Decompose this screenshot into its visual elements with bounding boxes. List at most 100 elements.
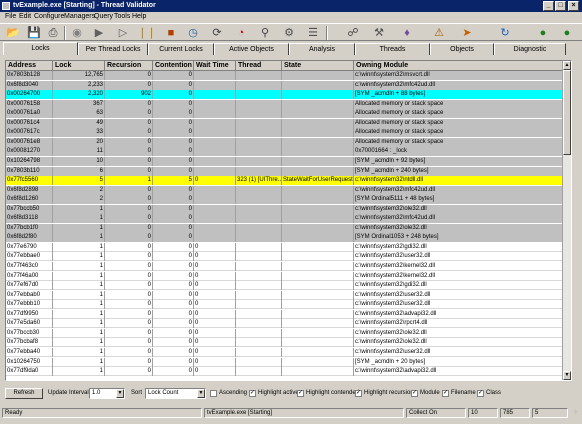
- filename-checkbox[interactable]: ✓: [442, 390, 449, 397]
- fix-icon[interactable]: ⚒: [372, 26, 386, 40]
- vertical-scrollbar[interactable]: ▲ ▼: [562, 61, 571, 380]
- record-icon[interactable]: ◉: [70, 26, 84, 40]
- table-row[interactable]: 0x6f8d3040 2,233 0 0 c:\winnt\system32\mfc42…: [6, 80, 564, 90]
- table-row[interactable]: 0x000761e8 20 0 0 Allocated memory or stack …: [6, 137, 564, 147]
- warning-icon[interactable]: ⚠: [432, 26, 446, 40]
- stop-icon[interactable]: ■: [164, 26, 178, 40]
- column-header-thread[interactable]: Thread: [236, 61, 282, 71]
- table-row[interactable]: 0x000761c4 49 0 0 Allocated memory or stack …: [6, 118, 564, 128]
- table-row[interactable]: 0x00076158 367 0 0 Allocated memory or stack…: [6, 99, 564, 109]
- menu-tools[interactable]: Tools: [114, 13, 130, 20]
- table-row[interactable]: 0x77fc5560 5 1 5 0 323 (1) [UIThre... StateWai…: [6, 176, 564, 186]
- table-row[interactable]: 0x6f8d2898 2 0 0 c:\winnt\system32\mfc42ud.d…: [6, 185, 564, 195]
- table-row[interactable]: 0x77ebbb10 1 0 0 0 c:\winnt\system32\user32.d…: [6, 300, 564, 310]
- menu-edit[interactable]: Edit: [19, 13, 31, 20]
- table-row[interactable]: 0x00081270 11 0 0 0x70001664 : _lock: [6, 147, 564, 157]
- timer-icon[interactable]: ◷: [186, 26, 200, 40]
- scroll-thumb[interactable]: [563, 70, 571, 155]
- ascending-checkbox[interactable]: [210, 390, 217, 397]
- table-row[interactable]: 0x77ef67d0 1 0 0 0 c:\winnt\system32\gdi32.dl…: [6, 281, 564, 291]
- update-interval-select[interactable]: 1.0 ▼: [89, 388, 125, 399]
- table-row[interactable]: 0x77ebbab0 1 0 0 0 c:\winnt\system32\user32.d…: [6, 290, 564, 300]
- chevron-down-icon[interactable]: ▼: [116, 389, 124, 398]
- table-row[interactable]: 0x7803b110 6 0 0 [SYM _acmdln + 240 bytes]: [6, 166, 564, 176]
- help-icon[interactable]: ♦: [400, 26, 414, 40]
- refresh-icon[interactable]: ↻: [498, 26, 512, 40]
- tab-objects[interactable]: Objects: [430, 43, 494, 55]
- tab-diagnostic[interactable]: Diagnostic: [494, 43, 566, 55]
- resize-grip-icon[interactable]: ⁘: [573, 409, 581, 417]
- scroll-up-icon[interactable]: ▲: [563, 61, 571, 70]
- table-row[interactable]: 0x7803b128 12,765 0 0 c:\winnt\system32\msvc…: [6, 71, 564, 80]
- column-header-contention[interactable]: Contention: [153, 61, 194, 71]
- table-row[interactable]: 0x77e5da60 1 0 0 0 c:\winnt\system32\rpcrt4.d…: [6, 319, 564, 329]
- search-icon[interactable]: ⚲: [258, 26, 272, 40]
- waiting-icon[interactable]: ◔: [234, 26, 248, 40]
- column-header-owning-module[interactable]: Owning Module: [354, 61, 564, 71]
- print-icon[interactable]: ⎙: [46, 26, 60, 40]
- table-row[interactable]: 0x77ebba40 1 0 0 0 c:\winnt\system32\user32.d…: [6, 347, 564, 357]
- open-icon[interactable]: 📂: [6, 26, 20, 40]
- table-row[interactable]: 0x77ebbae0 1 0 0 0 c:\winnt\system32\user32.d…: [6, 252, 564, 262]
- column-header-state[interactable]: State: [282, 61, 354, 71]
- start-icon[interactable]: ●: [536, 26, 550, 40]
- table-row[interactable]: 0x000761a0 63 0 0 Allocated memory or stack …: [6, 109, 564, 119]
- menu-help[interactable]: Help: [132, 13, 146, 20]
- table-row[interactable]: 0x77df9da0 1 0 0 0 c:\winnt\system32\advapi32…: [6, 367, 564, 377]
- module-checkbox[interactable]: ✓: [411, 390, 418, 397]
- app-icon[interactable]: [2, 2, 10, 10]
- table-row[interactable]: 0x6f8d1260 2 0 0 [SYM Ordinal5111 + 48 bytes…: [6, 195, 564, 205]
- highlight-contended-checkbox[interactable]: ✓: [297, 390, 304, 397]
- table-row[interactable]: 0x10264750 1 0 0 0 [SYM _acmdln + 20 bytes]: [6, 357, 564, 367]
- highlight-recursion-checkbox[interactable]: ✓: [355, 390, 362, 397]
- chevron-down-icon[interactable]: ▼: [197, 389, 205, 398]
- locks-grid[interactable]: Address Lock Recursion Contention Wait T…: [5, 60, 572, 381]
- find-icon[interactable]: ⚙: [282, 26, 296, 40]
- table-row[interactable]: 0x77bccb30 1 0 0 0 c:\winnt\system32\ole32.dl…: [6, 328, 564, 338]
- sort-select[interactable]: Lock Count ▼: [145, 388, 206, 399]
- column-header-wait-time[interactable]: Wait Time: [194, 61, 236, 71]
- menu-configure[interactable]: Configure: [34, 13, 64, 20]
- table-row[interactable]: 0x77bcb1f0 1 0 0 c:\winnt\system32\ole32.dll: [6, 223, 564, 233]
- close-button[interactable]: ×: [568, 1, 579, 11]
- refresh-button[interactable]: Refresh: [5, 388, 43, 399]
- menu-file[interactable]: File: [5, 13, 16, 20]
- save-icon[interactable]: 💾: [27, 26, 41, 40]
- go-icon[interactable]: ➤: [460, 26, 474, 40]
- minimize-button[interactable]: _: [543, 1, 554, 11]
- table-row[interactable]: 0x6f8d3118 1 0 0 c:\winnt\system32\mfc42ud.d…: [6, 214, 564, 224]
- table-row[interactable]: 0x10264798 10 0 0 [SYM _acmdln + 92 bytes]: [6, 156, 564, 166]
- table-row[interactable]: 0x77bccb50 1 0 0 c:\winnt\system32\ole32.dll: [6, 204, 564, 214]
- table-row[interactable]: 0x77f463c0 1 0 0 0 c:\winnt\system32\kernel32…: [6, 262, 564, 271]
- run-icon[interactable]: ▶: [92, 26, 106, 40]
- table-row[interactable]: 0x77df9950 1 0 0 0 c:\winnt\system32\advapi32…: [6, 309, 564, 319]
- menu-query[interactable]: Query: [94, 13, 113, 20]
- table-row[interactable]: 0x0007617c 33 0 0 Allocated memory or stack …: [6, 128, 564, 138]
- tab-current-locks[interactable]: Current Locks: [148, 43, 214, 55]
- table-row[interactable]: 0x77f46a00 1 0 0 0 c:\winnt\system32\kernel32…: [6, 271, 564, 281]
- column-header-lock[interactable]: Lock: [53, 61, 105, 71]
- column-header-recursion[interactable]: Recursion: [105, 61, 153, 71]
- tab-locks[interactable]: Locks: [3, 42, 78, 55]
- menu-managers[interactable]: Managers: [64, 13, 95, 20]
- tab-active-objects[interactable]: Active Objects: [214, 43, 289, 55]
- highlight-active-checkbox[interactable]: ✓: [249, 390, 256, 397]
- table-row[interactable]: 0x00264700 2,320 902 0 [SYM _acmdln + 88 byt…: [6, 90, 564, 100]
- end-icon[interactable]: ●: [560, 26, 574, 40]
- table-row[interactable]: 0x77bcbaf8 1 0 0 0 c:\winnt\system32\ole32.dl…: [6, 338, 564, 348]
- tab-analysis[interactable]: Analysis: [289, 43, 355, 55]
- table-row[interactable]: 0x6f8d2f80 1 0 0 [SYM Ordinal1053 + 248 byte…: [6, 233, 564, 243]
- inject-icon[interactable]: ▷: [116, 26, 130, 40]
- settings-icon[interactable]: ☍: [346, 26, 360, 40]
- column-header-address[interactable]: Address: [6, 61, 53, 71]
- maximize-button[interactable]: □: [555, 1, 566, 11]
- scroll-down-icon[interactable]: ▼: [563, 371, 571, 380]
- filter-icon[interactable]: ☰: [306, 26, 320, 40]
- deadlock-icon[interactable]: ⟳: [210, 26, 224, 40]
- tab-per-thread-locks[interactable]: Per Thread Locks: [78, 43, 148, 55]
- table-cell: 11: [53, 147, 105, 157]
- pause-icon[interactable]: ❘❘: [138, 26, 156, 40]
- table-row[interactable]: 0x77e6790 1 0 0 0 c:\winnt\system32\gdi32.dll: [6, 242, 564, 252]
- tab-threads[interactable]: Threads: [355, 43, 430, 55]
- class-checkbox[interactable]: ✓: [477, 390, 484, 397]
